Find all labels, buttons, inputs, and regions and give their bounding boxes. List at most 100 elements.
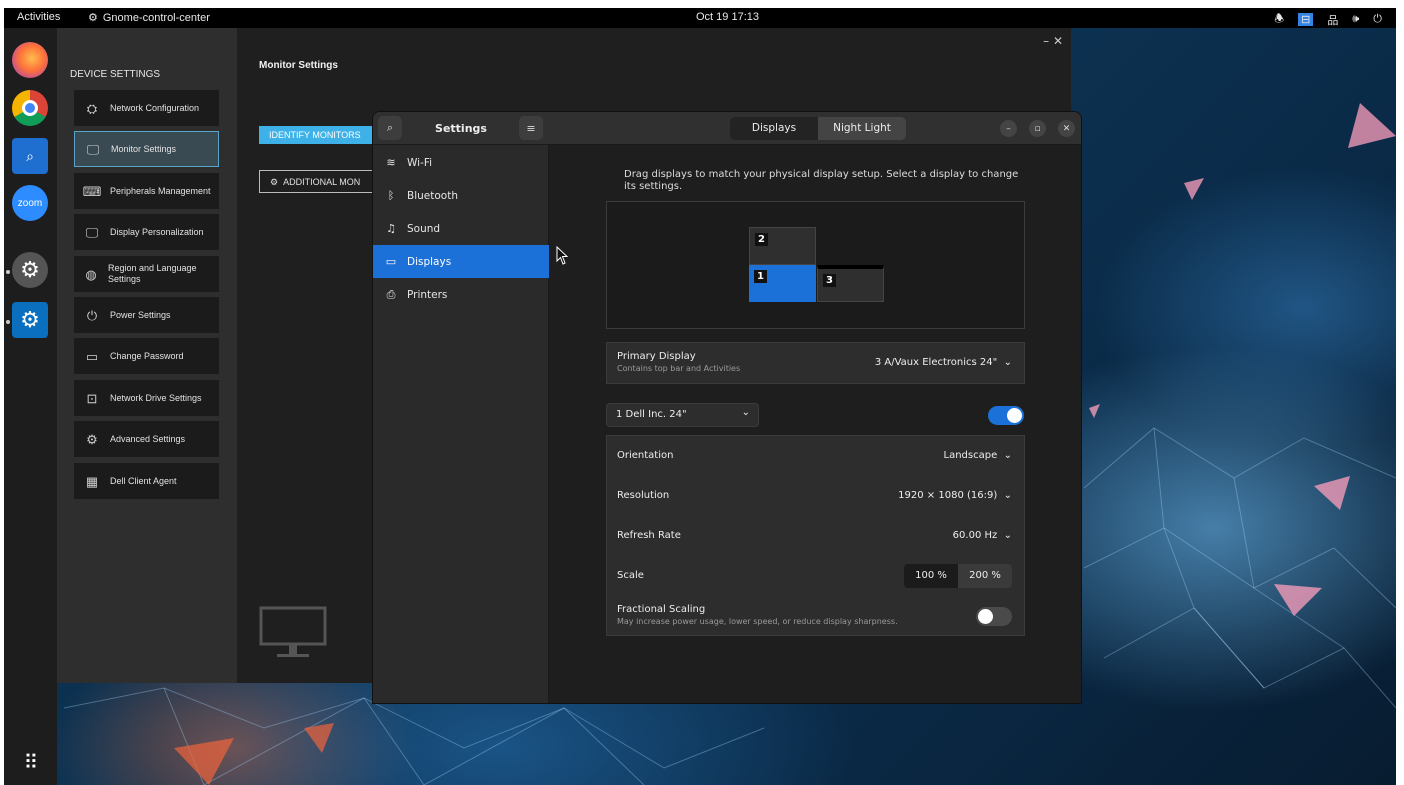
running-indicator xyxy=(6,320,10,324)
display-icon: ▭ xyxy=(385,255,397,268)
fractional-scaling-toggle[interactable] xyxy=(976,607,1012,626)
volume-icon[interactable]: 🕪 xyxy=(1352,13,1359,26)
dell-nav-network-configuration[interactable]: ⛭ Network Configuration xyxy=(74,90,219,126)
app-menu[interactable]: ⚙ Gnome-control-center xyxy=(88,11,210,25)
dell-nav-power-settings[interactable]: ⏻ Power Settings xyxy=(74,297,219,333)
show-apps-icon[interactable]: ⠿ xyxy=(12,744,48,780)
sidebar-item-label: Bluetooth xyxy=(407,189,458,202)
dell-nav-network-drive-settings[interactable]: ⊡ Network Drive Settings xyxy=(74,380,219,416)
dell-nav-dell-client-agent[interactable]: ▦ Dell Client Agent xyxy=(74,463,219,499)
scale-selector: 100 % 200 % xyxy=(904,564,1012,588)
orientation-row[interactable]: Orientation Landscape ⌄ xyxy=(607,436,1024,476)
tab-displays[interactable]: Displays xyxy=(730,117,818,140)
gnome-settings-window: ⌕ Settings ≡ ≋ Wi-Fi ᛒ Bluetooth ♫ Sound ▭ Disp… xyxy=(372,111,1082,704)
dell-nav-display-personalization[interactable]: 🖵 Display Personalization xyxy=(74,214,219,250)
resolution-value: 1920 × 1080 (16:9) xyxy=(898,490,998,501)
monitor-icon: 🖵 xyxy=(86,141,100,157)
chrome-icon[interactable] xyxy=(12,90,48,126)
printer-icon: ⎙ xyxy=(386,287,396,301)
sidebar-item-label: Sound xyxy=(407,222,441,235)
orientation-value: Landscape xyxy=(943,450,998,461)
primary-display-sublabel: Contains top bar and Activities xyxy=(617,364,741,373)
dell-nav-label: Change Password xyxy=(110,350,184,361)
sidebar-item-wi-fi[interactable]: ≋ Wi-Fi xyxy=(373,146,549,179)
dell-nav-peripherals-management[interactable]: ⌨ Peripherals Management xyxy=(74,173,219,209)
zoom-icon[interactable]: zoom xyxy=(12,185,48,221)
desktop: Activities ⚙ Gnome-control-center Oct 19… xyxy=(4,8,1396,785)
identify-monitors-button[interactable]: IDENTIFY MONITORS xyxy=(259,126,377,144)
view-switcher: Displays Night Light xyxy=(730,117,906,140)
sidebar-item-printers[interactable]: ⎙ Printers xyxy=(373,278,549,311)
close-icon[interactable]: ✕ xyxy=(1053,34,1063,48)
displays-panel: Drag displays to match your physical dis… xyxy=(549,145,1081,703)
display-selector[interactable]: 1 Dell Inc. 24" ⌄ xyxy=(606,403,759,427)
file-manager-icon[interactable]: ⌕ xyxy=(12,138,48,174)
sidebar-item-displays[interactable]: ▭ Displays xyxy=(373,245,549,278)
minimize-icon[interactable]: – xyxy=(1000,120,1017,137)
dell-tray-icon[interactable]: ⊟ xyxy=(1298,13,1314,26)
refresh-rate-value: 60.00 Hz xyxy=(952,530,998,541)
chevron-down-icon: ⌄ xyxy=(1003,450,1012,461)
firefox-icon[interactable] xyxy=(12,42,48,78)
dell-nav-label: Dell Client Agent xyxy=(110,475,177,486)
running-indicator xyxy=(6,270,10,274)
sidebar-item-label: Displays xyxy=(407,255,452,268)
wifi-icon: ≋ xyxy=(386,156,396,169)
dell-nav-label: Network Drive Settings xyxy=(110,392,202,403)
primary-display-row[interactable]: Primary Display Contains top bar and Act… xyxy=(606,342,1025,384)
arrangement-hint: Drag displays to match your physical dis… xyxy=(624,169,1019,192)
activities-button[interactable]: Activities xyxy=(17,11,60,23)
dell-nav-monitor-settings[interactable]: 🖵 Monitor Settings xyxy=(74,131,219,167)
dell-nav-label: Power Settings xyxy=(110,309,171,320)
dell-settings-icon[interactable]: ⚙ xyxy=(12,302,48,338)
monitor-3[interactable]: 3 xyxy=(817,265,884,302)
system-tray[interactable]: 🕭 ⊟ 品 🕪 ⏻ xyxy=(1274,10,1382,29)
maximize-icon[interactable]: ▫ xyxy=(1029,120,1046,137)
sidebar-item-sound[interactable]: ♫ Sound xyxy=(373,212,549,245)
monitor-2[interactable]: 2 xyxy=(749,227,816,265)
dell-nav-change-password[interactable]: ▭ Change Password xyxy=(74,338,219,374)
menu-icon[interactable]: ≡ xyxy=(519,116,543,140)
display-settings-card: Orientation Landscape ⌄ Resolution 1920 … xyxy=(606,435,1025,636)
display-enabled-toggle[interactable] xyxy=(988,406,1024,425)
minimize-icon[interactable]: – xyxy=(1043,34,1049,48)
toggle-knob xyxy=(1007,408,1022,423)
primary-display-label: Primary Display xyxy=(617,351,696,362)
scale-row: Scale 100 % 200 % xyxy=(607,556,1024,596)
network-drive-icon: ⊡ xyxy=(86,390,98,406)
gnome-settings-icon[interactable]: ⚙ xyxy=(12,252,48,288)
globe-icon: ◍ xyxy=(85,266,97,282)
chevron-down-icon: ⌄ xyxy=(1003,490,1012,501)
bluetooth-icon: ᛒ xyxy=(387,189,395,202)
display-arrangement[interactable]: 2 1 3 xyxy=(606,201,1025,329)
scale-label: Scale xyxy=(617,570,644,581)
notification-icon[interactable]: 🕭 xyxy=(1274,10,1284,29)
sidebar-item-bluetooth[interactable]: ᛒ Bluetooth xyxy=(373,179,549,212)
network-icon[interactable]: 品 xyxy=(1327,12,1338,28)
dell-nav-label: Display Personalization xyxy=(110,226,204,237)
scale-200-button[interactable]: 200 % xyxy=(958,564,1012,588)
advanced-gear-icon: ⚙ xyxy=(86,431,98,447)
mouse-pointer-icon xyxy=(556,246,569,265)
tab-night-light[interactable]: Night Light xyxy=(818,117,906,140)
monitor-number: 2 xyxy=(755,233,768,246)
dell-nav-advanced-settings[interactable]: ⚙ Advanced Settings xyxy=(74,421,219,457)
primary-display-select[interactable]: 3 A/Vaux Electronics 24" ⌄ xyxy=(875,357,1012,368)
settings-sidebar: ⌕ Settings ≡ ≋ Wi-Fi ᛒ Bluetooth ♫ Sound ▭ Disp… xyxy=(373,112,549,703)
close-icon[interactable]: ✕ xyxy=(1058,120,1075,137)
resolution-row[interactable]: Resolution 1920 × 1080 (16:9) ⌄ xyxy=(607,476,1024,516)
clock[interactable]: Oct 19 17:13 xyxy=(696,11,759,23)
power-icon[interactable]: ⏻ xyxy=(1373,13,1382,26)
fractional-scaling-label: Fractional Scaling xyxy=(617,604,706,615)
refresh-rate-row[interactable]: Refresh Rate 60.00 Hz ⌄ xyxy=(607,516,1024,556)
refresh-rate-label: Refresh Rate xyxy=(617,530,681,541)
monitor-1[interactable]: 1 xyxy=(749,265,816,302)
additional-monitors-button[interactable]: ⚙ ADDITIONAL MON xyxy=(259,170,377,193)
dell-nav-region-and-language-settings[interactable]: ◍ Region and Language Settings xyxy=(74,256,219,292)
display-selector-value: 1 Dell Inc. 24" xyxy=(616,409,687,420)
gear-icon: ⚙ xyxy=(88,12,98,24)
dell-nav-label: Peripherals Management xyxy=(110,185,211,196)
window-controls[interactable]: – ✕ xyxy=(1043,34,1063,48)
peripherals-icon: ⌨ xyxy=(82,183,102,199)
scale-100-button[interactable]: 100 % xyxy=(904,564,958,588)
